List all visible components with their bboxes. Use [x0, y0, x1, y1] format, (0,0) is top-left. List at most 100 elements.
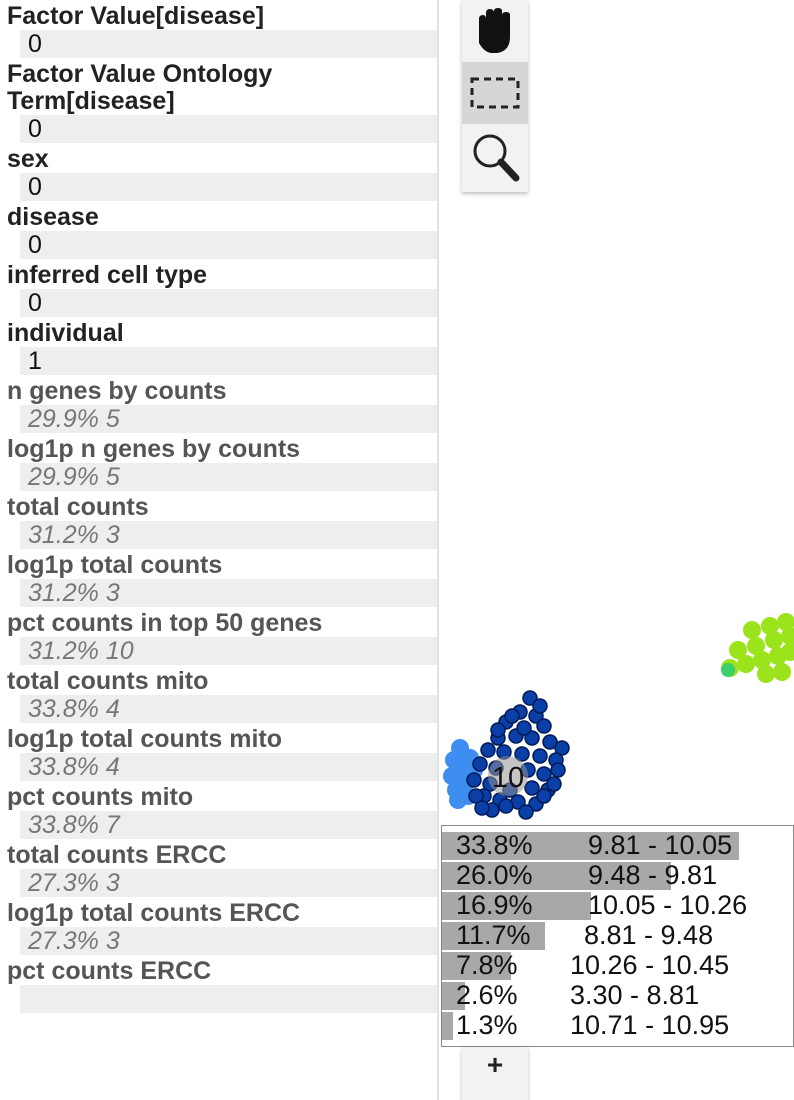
panel-divider — [437, 0, 439, 1100]
attribute-name: log1p total counts — [7, 551, 223, 579]
zoom-tool-button[interactable] — [462, 126, 528, 188]
data-point — [743, 621, 761, 639]
attribute-item[interactable]: individual 1 — [0, 317, 437, 375]
attribute-name: disease — [7, 203, 99, 231]
legend-percent: 2.6% — [456, 980, 518, 1010]
legend-range: 10.26 - 10.45 — [570, 950, 730, 980]
data-point — [532, 698, 548, 714]
attribute-name: total counts — [7, 493, 149, 521]
attribute-item[interactable]: pct counts in top 50 genes 31.2% 10 — [0, 607, 437, 665]
data-point — [777, 613, 794, 631]
select-tool-button[interactable] — [462, 62, 528, 124]
legend-row[interactable]: 33.8% 9.81 - 10.05 — [442, 830, 794, 860]
attribute-value: 1 — [20, 347, 437, 375]
data-point — [516, 720, 532, 736]
legend-row[interactable]: 1.3% 10.71 - 10.95 — [442, 1010, 794, 1040]
attribute-item[interactable]: pct counts ERCC — [0, 955, 437, 1013]
attribute-name: log1p total counts ERCC — [7, 899, 301, 927]
attribute-name: sex — [7, 145, 49, 173]
attribute-value: 33.8% 4 — [20, 753, 437, 781]
legend-row[interactable]: 26.0% 9.48 - 9.81 — [442, 860, 794, 890]
attribute-item[interactable]: log1p total counts ERCC 27.3% 3 — [0, 897, 437, 955]
dashed-rectangle-icon — [470, 77, 520, 109]
attribute-value: 33.8% 4 — [20, 695, 437, 723]
data-point — [536, 718, 552, 734]
attribute-item[interactable]: log1p total counts mito 33.8% 4 — [0, 723, 437, 781]
data-point — [761, 617, 779, 635]
attribute-item[interactable]: Factor Value[disease] 0 — [0, 0, 437, 58]
legend-percent: 16.9% — [456, 890, 533, 920]
data-point — [466, 772, 482, 788]
legend-range: 9.81 - 10.05 — [588, 830, 733, 860]
legend-row[interactable]: 11.7% 8.81 - 9.48 — [442, 920, 794, 950]
legend-percent: 7.8% — [456, 950, 518, 980]
color-legend[interactable]: 33.8% 9.81 - 10.05 26.0% 9.48 - 9.81 16.9% 10… — [441, 825, 794, 1047]
attribute-value: 29.9% 5 — [20, 463, 437, 491]
data-point — [474, 800, 490, 816]
data-point — [490, 722, 506, 738]
attribute-value: 31.2% 3 — [20, 521, 437, 549]
attribute-item[interactable]: log1p total counts 31.2% 3 — [0, 549, 437, 607]
attribute-value: 31.2% 3 — [20, 579, 437, 607]
attribute-item[interactable]: sex 0 — [0, 143, 437, 201]
attribute-item[interactable]: log1p n genes by counts 29.9% 5 — [0, 433, 437, 491]
attribute-name: total counts mito — [7, 667, 209, 695]
pan-tool-button[interactable] — [462, 0, 528, 62]
data-point — [518, 804, 534, 820]
attribute-item[interactable]: total counts ERCC 27.3% 3 — [0, 839, 437, 897]
attribute-name: pct counts in top 50 genes — [7, 609, 323, 637]
legend-row[interactable]: 16.9% 10.05 - 10.26 — [442, 890, 794, 920]
hand-icon — [479, 8, 510, 53]
data-point — [721, 663, 735, 677]
legend-bar — [442, 1012, 453, 1040]
attribute-item[interactable]: Factor Value Ontology Term[disease] 0 — [0, 58, 437, 143]
attribute-item[interactable]: pct counts mito 33.8% 7 — [0, 781, 437, 839]
data-point — [532, 748, 548, 764]
data-point — [747, 637, 765, 655]
attribute-value: 0 — [20, 115, 437, 143]
attribute-value: 0 — [20, 289, 437, 317]
attribute-item[interactable]: n genes by counts 29.9% 5 — [0, 375, 437, 433]
attribute-name: Factor Value[disease] — [7, 2, 265, 30]
attribute-name: log1p n genes by counts — [7, 435, 301, 463]
data-point — [546, 776, 562, 792]
attribute-value: 29.9% 5 — [20, 405, 437, 433]
attribute-value — [20, 985, 437, 1013]
attribute-name: n genes by counts — [7, 377, 227, 405]
legend-row[interactable]: 2.6% 3.30 - 8.81 — [442, 980, 794, 1010]
legend-range: 8.81 - 9.48 — [584, 920, 714, 950]
attribute-value: 0 — [20, 173, 437, 201]
attribute-value: 0 — [20, 231, 437, 259]
legend-range: 10.05 - 10.26 — [588, 890, 748, 920]
attribute-item[interactable]: disease 0 — [0, 201, 437, 259]
legend-range: 10.71 - 10.95 — [570, 1010, 730, 1040]
attribute-value: 27.3% 3 — [20, 927, 437, 955]
attribute-name: individual — [7, 319, 124, 347]
data-point — [729, 641, 747, 659]
legend-percent: 1.3% — [456, 1010, 518, 1040]
legend-row[interactable]: 7.8% 10.26 - 10.45 — [442, 950, 794, 980]
data-point — [550, 762, 566, 778]
attribute-name: pct counts mito — [7, 783, 194, 811]
data-point — [480, 742, 496, 758]
legend-percent: 26.0% — [456, 860, 533, 890]
attribute-item[interactable]: inferred cell type 0 — [0, 259, 437, 317]
attribute-item[interactable]: total counts mito 33.8% 4 — [0, 665, 437, 723]
zoom-in-button[interactable]: + — [462, 1047, 528, 1100]
attribute-name: log1p total counts mito — [7, 725, 282, 753]
attribute-name: pct counts ERCC — [7, 957, 212, 985]
attribute-value: 31.2% 10 — [20, 637, 437, 665]
cluster-label: 10 — [492, 762, 524, 794]
data-point — [773, 663, 791, 681]
attribute-name: total counts ERCC — [7, 841, 227, 869]
data-point — [536, 788, 552, 804]
data-point — [504, 708, 520, 724]
attribute-panel: Factor Value[disease] 0 Factor Value Ontol… — [0, 0, 437, 1100]
plot-toolbar — [462, 0, 528, 192]
attribute-item[interactable]: total counts 31.2% 3 — [0, 491, 437, 549]
data-point — [757, 665, 775, 683]
legend-percent: 11.7% — [456, 920, 531, 950]
attribute-value: 27.3% 3 — [20, 869, 437, 897]
legend-range: 9.48 - 9.81 — [588, 860, 718, 890]
magnifier-icon — [473, 134, 520, 182]
